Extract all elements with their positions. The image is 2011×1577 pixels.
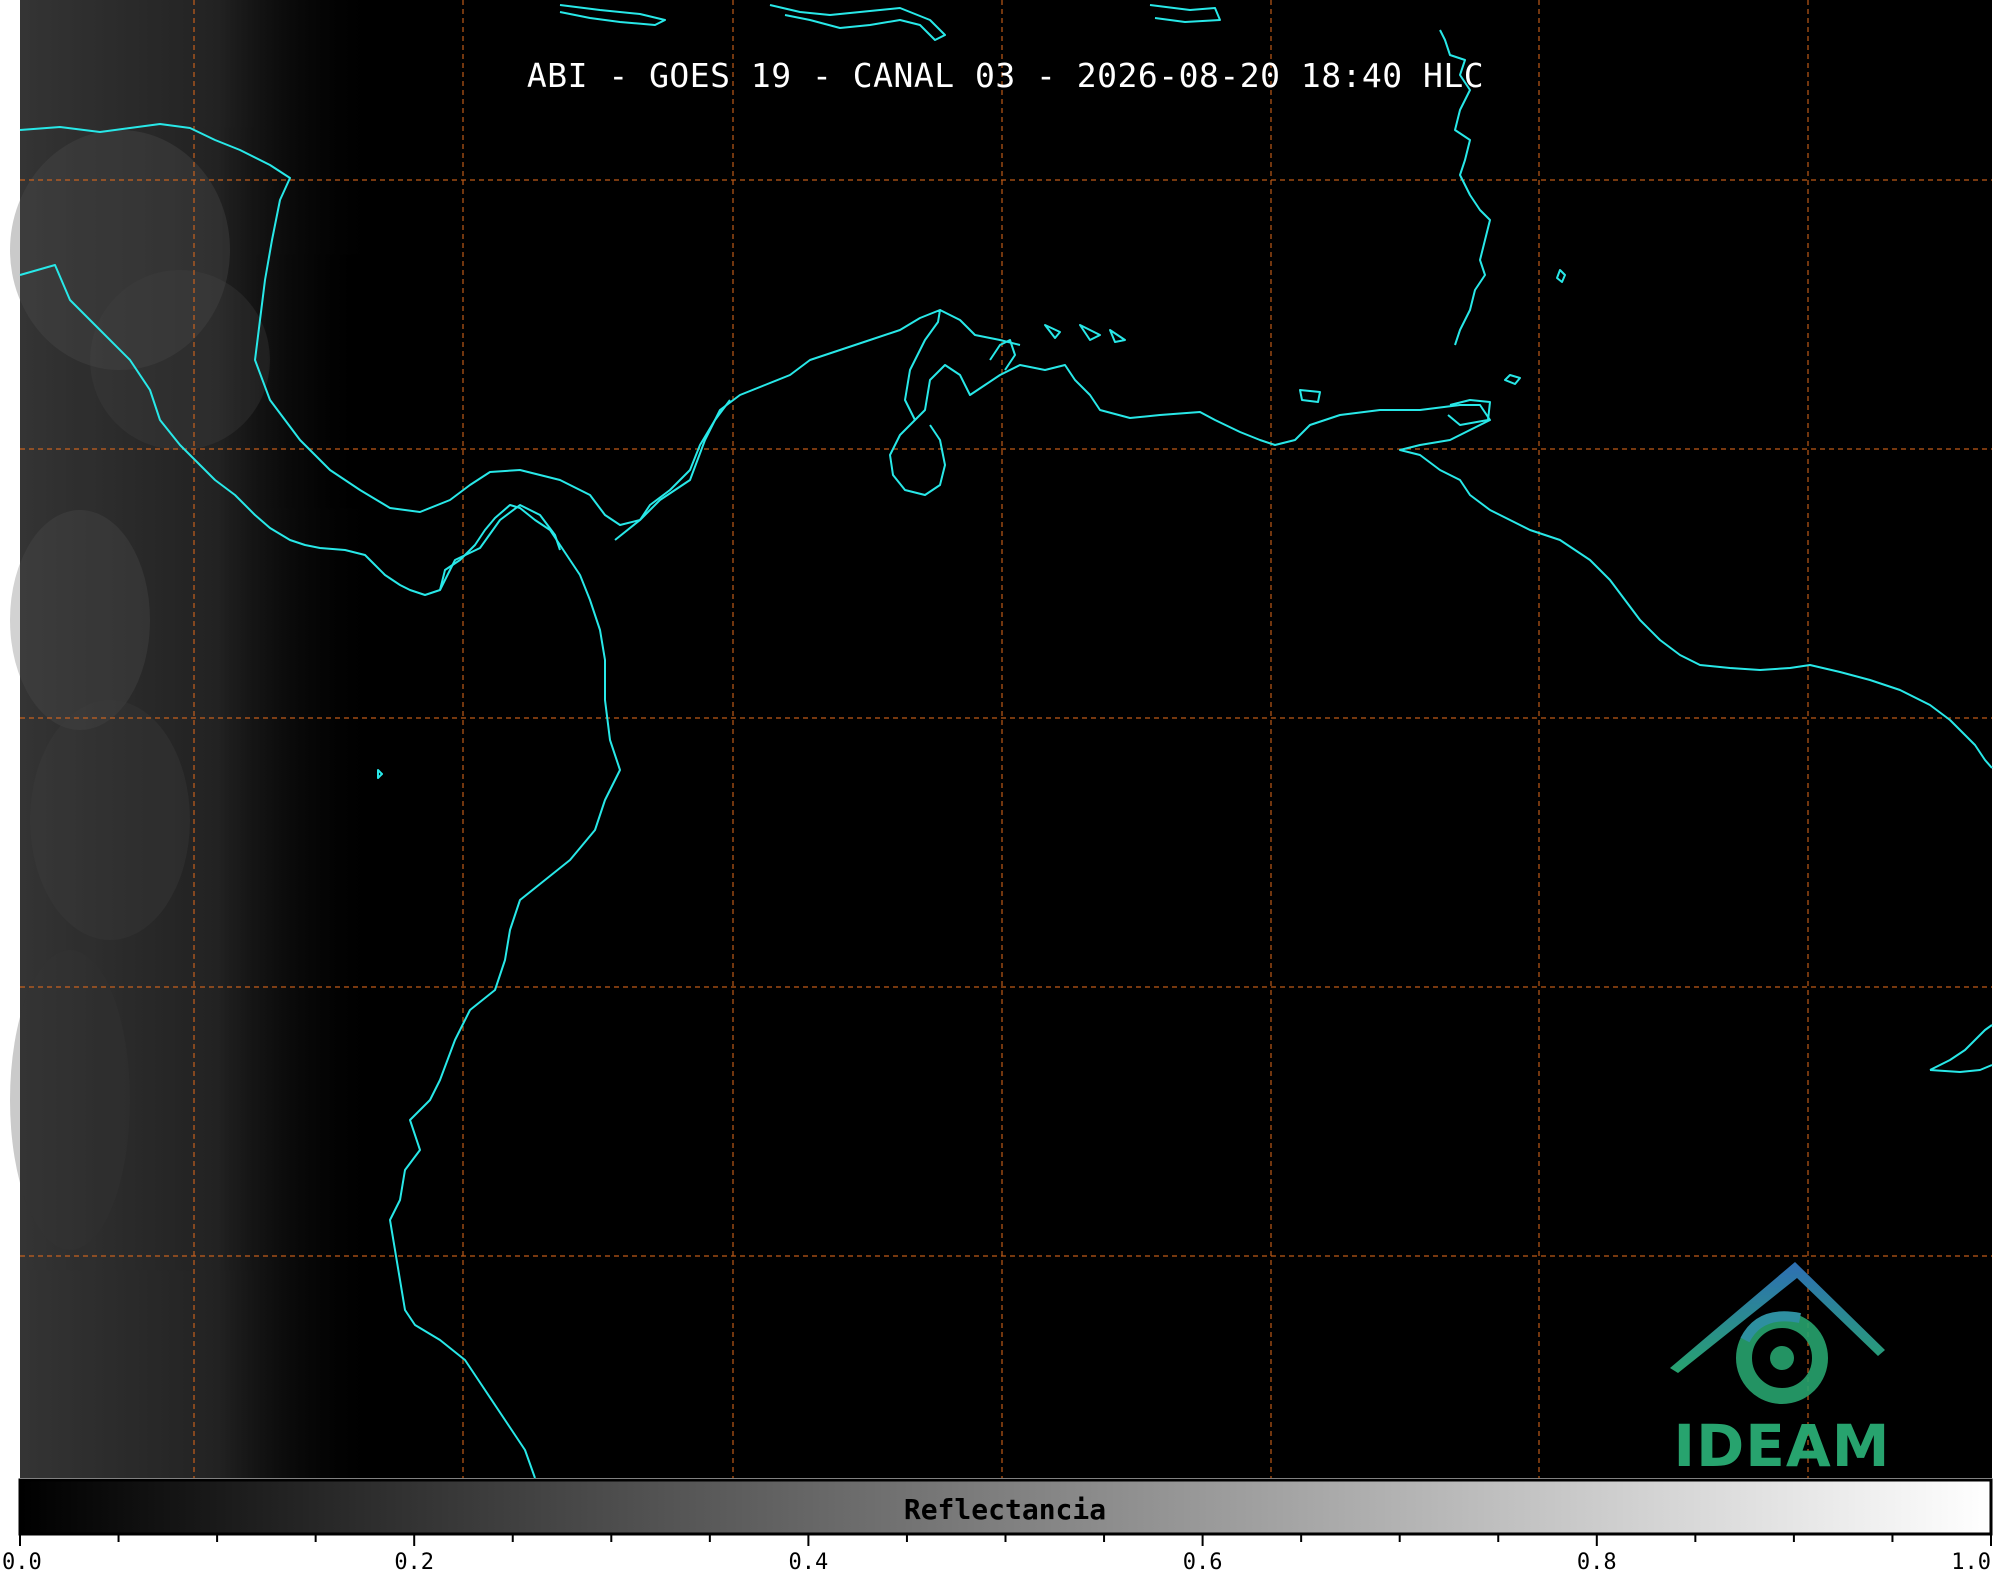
logo-text: IDEAM xyxy=(1673,1412,1891,1480)
colorbar-label: Reflectancia xyxy=(903,1493,1107,1526)
colorbar-tick-label: 0.6 xyxy=(1183,1550,1223,1575)
colorbar-ticks xyxy=(19,1534,1992,1546)
colorbar-tick-label: 0.2 xyxy=(394,1550,434,1575)
colorbar-tick-label: 1.0 xyxy=(1951,1550,1991,1575)
colorbar-labels: 0.0 0.2 0.4 0.6 0.8 1.0 xyxy=(2,1550,1991,1575)
satellite-map: 0.0 0.2 0.4 0.6 0.8 1.0 xyxy=(2,0,1993,1575)
map-title: ABI - GOES 19 - CANAL 03 - 2026-08-20 18… xyxy=(526,56,1485,95)
colorbar-tick-label: 0.8 xyxy=(1577,1550,1617,1575)
colorbar-tick-label: 0.4 xyxy=(789,1550,829,1575)
colorbar-tick-label: 0.0 xyxy=(2,1550,42,1575)
